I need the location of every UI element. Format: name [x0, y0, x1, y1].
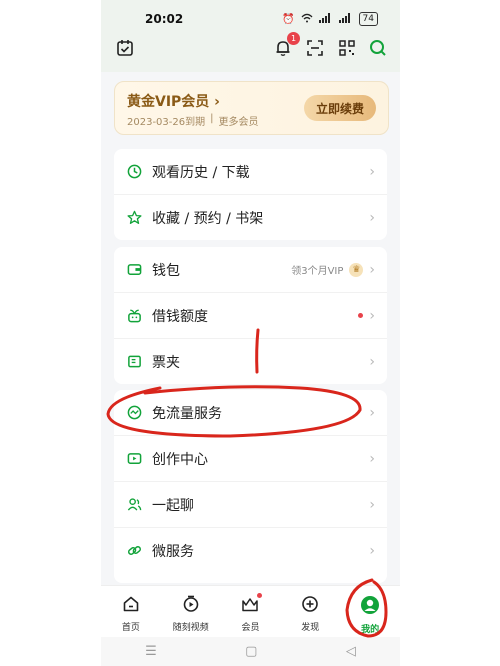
menu-item-credit[interactable]: 借钱额度 ›: [114, 293, 387, 339]
chevron-right-icon: ›: [369, 307, 375, 324]
chevron-right-icon: ›: [369, 163, 375, 180]
menu-item-label: 免流量服务: [152, 405, 222, 422]
tab-label: 随刻视频: [172, 623, 209, 633]
chevron-right-icon: ›: [369, 496, 375, 513]
chevron-right-icon: ›: [209, 94, 220, 110]
signal-icon: [318, 12, 333, 26]
vip-separator: |: [210, 113, 214, 124]
alarm-icon: ⏰: [282, 13, 295, 25]
tab-home[interactable]: 首页: [101, 586, 161, 638]
chevron-right-icon: ›: [369, 209, 375, 226]
bottom-tab-bar: 首页 随刻视频 会员 发现 我的: [101, 585, 400, 638]
menu-item-creator-center[interactable]: 创作中心 ›: [114, 436, 387, 482]
creator-icon: [126, 451, 142, 467]
menu-item-favorites[interactable]: 收藏 / 预约 / 书架 ›: [114, 195, 387, 240]
star-icon: [126, 210, 142, 226]
menu-group-wallet: 钱包 领3个月VIP ♛ › 借钱额度 › 票夹 ›: [114, 247, 387, 384]
tab-label: 首页: [121, 623, 140, 633]
signal-icon-2: [338, 12, 353, 26]
menu-item-free-data[interactable]: 免流量服务 ›: [114, 390, 387, 436]
crown-icon: ♛: [349, 262, 364, 277]
menu-item-label: 观看历史 / 下载: [152, 164, 250, 181]
red-dot-indicator: [358, 313, 364, 318]
chevron-right-icon: ›: [369, 353, 375, 370]
chevron-right-icon: ›: [369, 450, 375, 467]
video-play-icon: [182, 595, 200, 617]
data-wave-icon: [126, 405, 142, 421]
vip-crown-basket-icon: [241, 593, 263, 617]
tab-label: 会员: [241, 623, 260, 633]
status-time: 20:02: [145, 12, 184, 26]
tab-label: 我的: [361, 625, 380, 635]
red-dot-indicator: [257, 593, 263, 598]
vip-card[interactable]: 黄金VIP会员 › 2023-03-26到期 | 更多会员 立即续费: [114, 81, 389, 135]
ticket-icon: [126, 354, 142, 370]
phone-screen: 20:02 ⏰ 74 1 黄金VIP会员 › 2023-03-26到期 | 更多…: [101, 0, 400, 666]
menu-group-history: 观看历史 / 下载 › 收藏 / 预约 / 书架 ›: [114, 149, 387, 240]
notification-badge: 1: [287, 32, 300, 45]
menu-lines-icon[interactable]: ☰: [145, 644, 157, 659]
menu-item-micro-services[interactable]: 微服务 ›: [114, 528, 387, 573]
back-triangle-icon[interactable]: ◁: [346, 644, 356, 659]
bell-icon[interactable]: 1: [273, 32, 300, 58]
menu-item-label: 微服务: [152, 543, 194, 560]
home-square-icon[interactable]: ▢: [245, 644, 257, 659]
people-icon: [126, 497, 142, 513]
menu-group-services: 免流量服务 › 创作中心 › 一起聊 › 微服务 ›: [114, 390, 387, 583]
top-bar: 1: [101, 32, 400, 110]
clock-icon: [126, 164, 142, 180]
sprout-bag-icon: [126, 308, 142, 324]
wifi-icon: [301, 13, 313, 26]
tab-label: 发现: [301, 623, 320, 633]
battery-indicator: 74: [358, 12, 378, 26]
plus-circle-icon: [301, 595, 319, 617]
qrcode-icon[interactable]: [337, 38, 357, 58]
tab-vip[interactable]: 会员: [221, 586, 281, 638]
menu-item-label: 票夹: [152, 354, 180, 371]
chevron-right-icon: ›: [369, 542, 375, 559]
vip-expire-date: 2023-03-26到期: [127, 117, 206, 128]
link-icon: [126, 543, 142, 559]
tab-me[interactable]: 我的: [340, 586, 400, 638]
tab-suike-video[interactable]: 随刻视频: [161, 586, 221, 638]
chevron-right-icon: ›: [369, 404, 375, 421]
tab-discover[interactable]: 发现: [280, 586, 340, 638]
menu-item-label: 一起聊: [152, 497, 194, 514]
system-nav-bar: ☰ ▢ ◁: [101, 637, 400, 666]
menu-item-label: 创作中心: [152, 451, 208, 468]
search-icon[interactable]: [368, 38, 388, 58]
menu-item-history[interactable]: 观看历史 / 下载 ›: [114, 149, 387, 195]
checkin-calendar-icon[interactable]: [115, 38, 135, 58]
vip-more-link[interactable]: 更多会员: [219, 113, 259, 128]
menu-item-chat[interactable]: 一起聊 ›: [114, 482, 387, 528]
menu-item-wallet[interactable]: 钱包 领3个月VIP ♛ ›: [114, 247, 387, 293]
wallet-icon: [126, 262, 142, 278]
renew-button[interactable]: 立即续费: [304, 95, 376, 121]
me-avatar-icon: [360, 595, 380, 619]
chevron-right-icon: ›: [369, 261, 375, 278]
vip-subtitle: 2023-03-26到期 | 更多会员: [127, 113, 259, 128]
menu-item-tickets[interactable]: 票夹 ›: [114, 339, 387, 384]
menu-item-label: 收藏 / 预约 / 书架: [152, 210, 264, 227]
menu-item-label: 钱包: [152, 262, 180, 279]
menu-item-label: 借钱额度: [152, 308, 208, 325]
status-icons: ⏰ 74: [282, 12, 378, 26]
wallet-vip-promo: 领3个月VIP: [291, 266, 344, 277]
status-bar: 20:02 ⏰ 74: [101, 0, 400, 38]
home-icon: [122, 595, 140, 617]
scan-icon[interactable]: [305, 38, 325, 58]
vip-title[interactable]: 黄金VIP会员 ›: [127, 91, 220, 111]
